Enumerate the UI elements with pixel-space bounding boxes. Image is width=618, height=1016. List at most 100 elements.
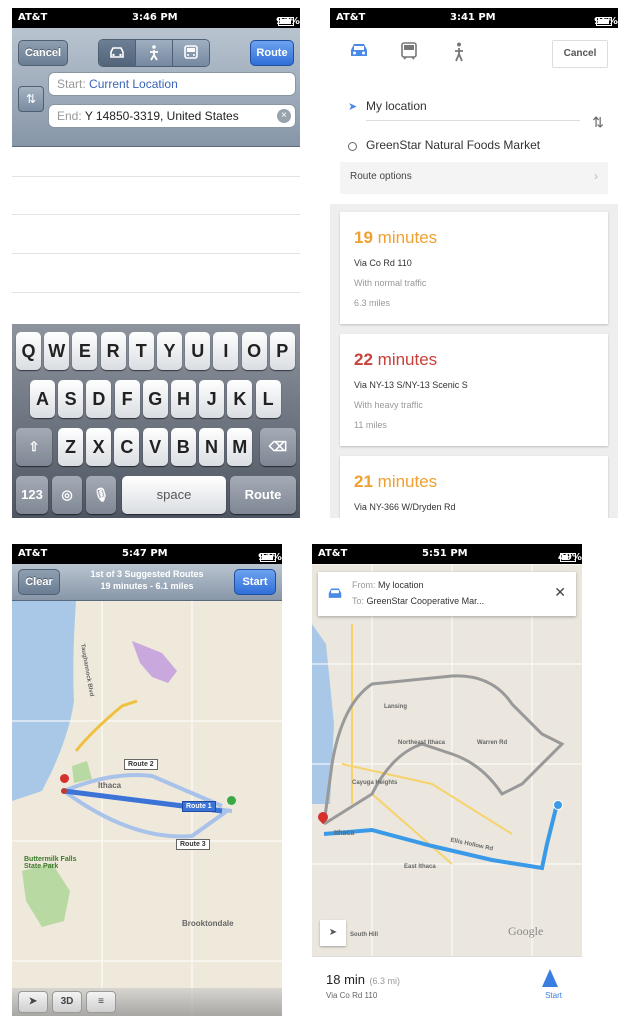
key-e[interactable]: E <box>72 332 98 370</box>
key-c[interactable]: C <box>114 428 140 466</box>
divider <box>12 214 300 215</box>
space-key[interactable]: space <box>122 476 226 514</box>
status-bar: AT&T 3:41 PM 96% <box>330 8 618 28</box>
route-endpoints-card[interactable]: From: My location To: GreenStar Cooperat… <box>318 572 576 616</box>
list-icon[interactable]: ≡ <box>86 991 116 1013</box>
divider <box>12 176 300 177</box>
cancel-button[interactable]: Cancel <box>552 40 608 68</box>
northeast-label: Northeast Ithaca <box>398 740 446 746</box>
google-maps-route-map: AT&T 5:51 PM 49% Lansing Northeast Ithac… <box>312 544 582 1016</box>
to-field[interactable]: GreenStar Natural Foods Market <box>366 138 540 152</box>
status-bar: AT&T 3:46 PM 97% <box>12 8 300 28</box>
key-h[interactable]: H <box>171 380 196 418</box>
key-b[interactable]: B <box>170 428 196 466</box>
route-return-key[interactable]: Route <box>230 476 296 514</box>
from-value: My location <box>378 580 424 590</box>
key-g[interactable]: G <box>142 380 168 418</box>
microphone-icon[interactable]: 🎙 <box>86 476 116 514</box>
car-icon[interactable] <box>99 40 136 66</box>
navigation-arrow-icon[interactable] <box>542 969 558 987</box>
key-k[interactable]: K <box>227 380 253 418</box>
route-unit: minutes <box>377 472 438 491</box>
route-3-label[interactable]: Route 3 <box>176 839 210 850</box>
key-n[interactable]: N <box>199 428 224 466</box>
south-label: South Hill <box>350 932 378 938</box>
key-m[interactable]: M <box>227 428 253 466</box>
key-y[interactable]: Y <box>157 332 182 370</box>
route-duration: 22 minutes <box>354 350 437 370</box>
key-s[interactable]: S <box>58 380 84 418</box>
end-dot-icon <box>553 800 563 810</box>
route-card[interactable]: 22 minutes Via NY-13 S/NY-13 Scenic S With… <box>340 334 608 446</box>
route-card[interactable]: 21 minutes Via NY-366 W/Dryden Rd <box>340 456 608 518</box>
route-duration: 21 minutes <box>354 472 437 492</box>
key-f[interactable]: F <box>114 380 140 418</box>
route-summary-line1: 1st of 3 Suggested Routes <box>90 569 204 579</box>
car-mode-icon[interactable] <box>348 42 370 65</box>
route-1-label[interactable]: Route 1 <box>182 801 216 812</box>
from-field[interactable]: My location <box>366 99 427 113</box>
key-x[interactable]: X <box>86 428 112 466</box>
east-label: East Ithaca <box>404 864 436 870</box>
route-unit: minutes <box>377 228 438 247</box>
time-label: 5:51 PM <box>422 548 468 559</box>
heights-label: Cayuga Heights <box>352 780 398 786</box>
key-o[interactable]: O <box>241 332 267 370</box>
key-a[interactable]: A <box>30 380 55 418</box>
end-field[interactable]: End: Y 14850-3319, United States × <box>48 104 296 128</box>
key-r[interactable]: R <box>100 332 126 370</box>
key-d[interactable]: D <box>86 380 112 418</box>
key-j[interactable]: J <box>199 380 225 418</box>
route-card[interactable]: 19 minutes Via Co Rd 110 With normal traff… <box>340 212 608 324</box>
globe-key[interactable]: ◎ <box>52 476 82 514</box>
route-unit: minutes <box>377 350 438 369</box>
key-w[interactable]: W <box>44 332 70 370</box>
summary-via: Via Co Rd 110 <box>326 991 378 1000</box>
walk-icon[interactable] <box>136 40 173 66</box>
numbers-key[interactable]: 123 <box>16 476 48 514</box>
transit-mode-icon[interactable] <box>400 42 418 67</box>
route-summary-footer[interactable]: 18 min (6.3 mi) Via Co Rd 110 Start <box>312 956 582 1016</box>
map-toolbar: ➤ 3D ≡ <box>12 988 282 1016</box>
time-label: 3:41 PM <box>450 12 496 23</box>
key-t[interactable]: T <box>128 332 154 370</box>
key-z[interactable]: Z <box>58 428 83 466</box>
route-button[interactable]: Route <box>250 40 294 66</box>
swap-icon[interactable]: ⇅ <box>592 114 604 131</box>
shift-key[interactable]: ⇧ <box>16 428 52 466</box>
route-options-row[interactable]: Route options › <box>340 162 608 194</box>
key-p[interactable]: P <box>269 332 295 370</box>
map-view[interactable]: Route 2 Route 1 Route 3 Ithaca Buttermil… <box>12 601 282 1016</box>
lansing-label: Lansing <box>384 704 408 710</box>
google-maps-directions: AT&T 3:41 PM 96% Cancel ➤ My location Gr… <box>330 8 618 518</box>
start-navigation-button[interactable]: Start <box>545 991 562 1000</box>
google-watermark: Google <box>508 924 544 938</box>
key-l[interactable]: L <box>255 380 281 418</box>
end-pin-icon <box>227 796 236 805</box>
cancel-button[interactable]: Cancel <box>18 40 68 66</box>
3d-button[interactable]: 3D <box>52 991 82 1013</box>
my-location-button[interactable]: ➤ <box>320 920 346 946</box>
walk-mode-icon[interactable] <box>452 42 466 67</box>
key-i[interactable]: I <box>213 332 239 370</box>
swap-icon[interactable]: ⇅ <box>18 86 44 112</box>
to-label: To: <box>352 596 365 606</box>
status-bar: AT&T 5:51 PM 49% <box>312 544 582 564</box>
delete-key[interactable]: ⌫ <box>260 428 296 466</box>
key-q[interactable]: Q <box>16 332 41 370</box>
carrier-label: AT&T <box>336 12 366 23</box>
location-arrow-icon[interactable]: ➤ <box>18 991 48 1013</box>
from-label: From: <box>352 580 376 590</box>
key-v[interactable]: V <box>142 428 168 466</box>
route-minutes: 19 <box>354 228 373 247</box>
key-u[interactable]: U <box>185 332 211 370</box>
clear-button[interactable]: Clear <box>18 569 60 595</box>
route-2-label[interactable]: Route 2 <box>124 759 158 770</box>
start-button[interactable]: Start <box>234 569 276 595</box>
clear-text-icon[interactable]: × <box>277 109 291 123</box>
bus-icon[interactable] <box>173 40 209 66</box>
route-duration: 19 minutes <box>354 228 437 248</box>
map-view[interactable]: Lansing Northeast Ithaca Cayuga Heights … <box>312 564 582 956</box>
start-field[interactable]: Start: Current Location <box>48 72 296 96</box>
close-icon[interactable]: ✕ <box>554 584 566 601</box>
